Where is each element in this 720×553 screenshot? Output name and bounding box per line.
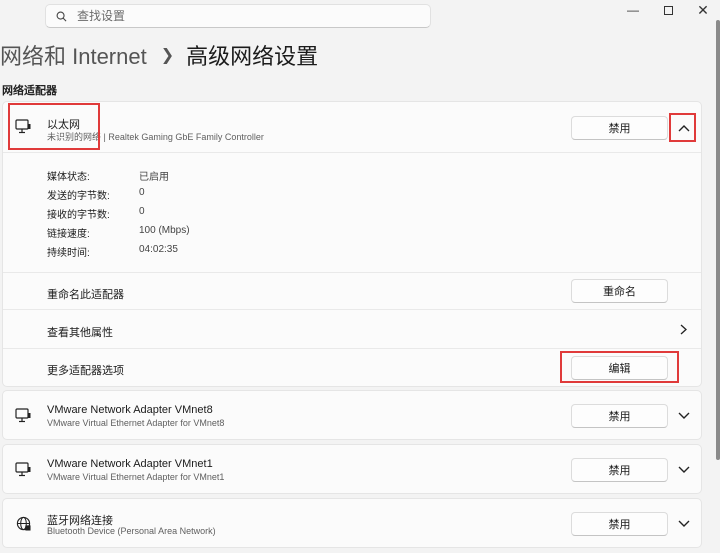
page-title: 高级网络设置 xyxy=(186,44,319,69)
rename-label: 重命名此适配器 xyxy=(47,289,124,301)
adapter-description: VMware Virtual Ethernet Adapter for VMne… xyxy=(47,418,225,428)
search-box[interactable] xyxy=(45,4,431,28)
expand-button[interactable] xyxy=(673,513,695,535)
network-status: 未识别的网络 xyxy=(47,132,102,142)
globe-icon xyxy=(16,516,31,531)
expand-button[interactable] xyxy=(673,459,695,481)
more-properties-label: 查看其他属性 xyxy=(47,327,113,339)
divider xyxy=(3,152,701,153)
detail-value: 04:02:35 xyxy=(139,244,178,255)
rename-button[interactable]: 重命名 xyxy=(571,279,668,303)
search-input[interactable] xyxy=(77,9,377,23)
scrollbar[interactable] xyxy=(716,20,720,460)
detail-value: 0 xyxy=(139,206,145,217)
detail-label: 链接速度: xyxy=(47,229,90,240)
monitor-icon xyxy=(15,119,31,134)
collapse-button[interactable] xyxy=(673,117,695,139)
breadcrumb-parent[interactable]: 网络和 Internet xyxy=(0,39,147,71)
monitor-icon xyxy=(15,408,31,423)
chevron-down-icon xyxy=(678,520,690,527)
close-icon: ✕ xyxy=(697,1,709,18)
adapter-description: 未识别的网络 | Realtek Gaming GbE Family Contr… xyxy=(47,132,264,142)
detail-label: 媒体状态: xyxy=(47,172,90,183)
maximize-icon xyxy=(663,5,673,15)
chevron-right-icon: ❯ xyxy=(160,47,175,64)
disable-button[interactable]: 禁用 xyxy=(571,404,668,428)
adapter-card-ethernet: 以太网 未识别的网络 | Realtek Gaming GbE Family C… xyxy=(2,101,702,387)
chevron-up-icon xyxy=(678,125,690,132)
minimize-icon: — xyxy=(627,3,639,17)
detail-value: 0 xyxy=(139,187,145,198)
close-button[interactable]: ✕ xyxy=(686,0,720,20)
adapter-card[interactable]: 蓝牙网络连接 Bluetooth Device (Personal Area N… xyxy=(2,498,702,548)
adapter-model: Realtek Gaming GbE Family Controller xyxy=(108,132,264,142)
adapter-name: VMware Network Adapter VMnet1 xyxy=(47,458,213,470)
disable-button[interactable]: 禁用 xyxy=(571,458,668,482)
detail-value: 已启用 xyxy=(139,172,169,183)
edit-button[interactable]: 编辑 xyxy=(571,356,668,380)
chevron-right-icon xyxy=(680,324,687,335)
divider xyxy=(3,348,701,349)
detail-label: 持续时间: xyxy=(47,248,90,259)
chevron-down-icon xyxy=(678,412,690,419)
maximize-button[interactable] xyxy=(651,0,685,20)
adapter-name: VMware Network Adapter VMnet8 xyxy=(47,404,213,416)
disable-button[interactable]: 禁用 xyxy=(571,512,668,536)
section-title: 网络适配器 xyxy=(2,85,57,97)
detail-value: 100 (Mbps) xyxy=(139,225,190,236)
search-icon xyxy=(56,11,67,21)
detail-label: 接收的字节数: xyxy=(47,210,110,221)
disable-button[interactable]: 禁用 xyxy=(571,116,668,140)
detail-label: 发送的字节数: xyxy=(47,191,110,202)
adapter-card[interactable]: VMware Network Adapter VMnet1 VMware Vir… xyxy=(2,444,702,494)
breadcrumb: 网络和 Internet ❯ 高级网络设置 xyxy=(0,38,318,72)
more-properties-row[interactable]: 查看其他属性 xyxy=(3,310,701,348)
minimize-button[interactable]: — xyxy=(616,0,650,20)
chevron-down-icon xyxy=(678,466,690,473)
adapter-description: VMware Virtual Ethernet Adapter for VMne… xyxy=(47,472,225,482)
divider xyxy=(3,272,701,273)
adapter-description: Bluetooth Device (Personal Area Network) xyxy=(47,526,216,536)
adapter-card[interactable]: VMware Network Adapter VMnet8 VMware Vir… xyxy=(2,390,702,440)
monitor-icon xyxy=(15,462,31,477)
expand-button[interactable] xyxy=(673,405,695,427)
more-options-label: 更多适配器选项 xyxy=(47,365,124,377)
